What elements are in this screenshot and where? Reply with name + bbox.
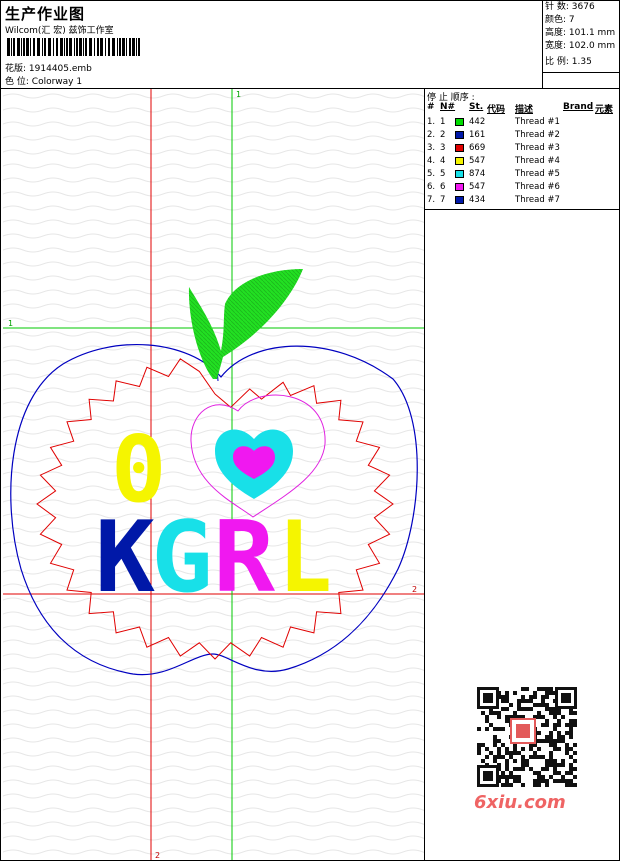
thread-description: Thread #1 [515,117,560,127]
thread-color-swatch [455,118,464,126]
thread-row[interactable]: 7. 7 434 Thread #7 [425,194,619,207]
thread-code: 442 [469,117,486,127]
colorway-name: Colorway 1 [31,77,83,87]
thread-color-swatch [455,196,464,204]
design-artwork: 1 1 2 2 0 K G R L [3,89,424,860]
stat-width: 宽度: 102.0 mm [545,41,616,51]
thread-description: Thread #6 [515,182,560,192]
sheet-title: 生产作业图 [5,5,86,23]
design-stats: 针 数: 3676 颜色: 7 高度: 101.1 mm 宽度: 102.0 m… [542,1,620,88]
sheet-header: 生产作业图 Wilcom(汇 宏) 兹饰工作室 花版: 1914405.emb … [1,1,620,89]
thread-description: Thread #2 [515,130,560,140]
production-sheet: 生产作业图 Wilcom(汇 宏) 兹饰工作室 花版: 1914405.emb … [0,0,620,861]
thread-color-swatch [455,131,464,139]
thread-color-swatch [455,157,464,165]
letter-r: R [213,501,275,615]
col-stop: St. [469,102,484,112]
axis-marker-right: 2 [412,585,417,594]
thread-number: 7 [440,195,446,205]
thread-index: 5. [427,169,436,179]
design-label: 花版: [5,64,27,74]
thread-row[interactable]: 4. 4 547 Thread #4 [425,155,619,168]
thread-color-swatch [455,170,464,178]
thread-color-swatch [455,144,464,152]
col-number: N# [440,102,456,112]
thread-index: 4. [427,156,436,166]
site-watermark: 6xiu.com [474,792,566,813]
design-preview-canvas[interactable]: 1 1 2 2 0 K G R L [3,89,425,860]
thread-description: Thread #4 [515,156,560,166]
design-file-name: 1914405.emb [28,64,92,74]
col-brand: Brand [563,102,594,112]
thread-code: 669 [469,143,486,153]
stats-divider [543,72,620,73]
axis-marker-bottom: 2 [155,851,160,860]
thread-code: 874 [469,169,486,179]
stat-colors: 颜色: 7 [545,15,575,25]
stat-stitches: 针 数: 3676 [545,2,595,12]
stat-scale: 比 例: 1.35 [545,57,592,67]
letter-l: L [278,501,332,615]
thread-row[interactable]: 6. 6 547 Thread #6 [425,181,619,194]
axis-marker-left: 1 [8,319,13,328]
thread-number: 4 [440,156,446,166]
thread-description: Thread #5 [515,169,560,179]
fabric-background [3,89,424,860]
axis-marker-top: 1 [236,90,241,99]
colorway-line: 色 位: Colorway 1 [5,74,82,87]
thread-code: 161 [469,130,486,140]
thread-code: 547 [469,182,486,192]
thread-description: Thread #7 [515,195,560,205]
thread-code: 434 [469,195,486,205]
thread-number: 2 [440,130,446,140]
thread-index: 2. [427,130,436,140]
thread-color-swatch [455,183,464,191]
thread-description: Thread #3 [515,143,560,153]
stat-height: 高度: 101.1 mm [545,28,616,38]
colorway-label: 色 位: [5,77,29,87]
thread-index: 7. [427,195,436,205]
thread-index: 1. [427,117,436,127]
thread-index: 3. [427,143,436,153]
col-element: 元素 [595,105,614,115]
barcode-image [7,38,140,56]
thread-index: 6. [427,182,436,192]
studio-name: Wilcom(汇 宏) 兹饰工作室 [5,26,114,36]
qr-code-image [471,681,583,793]
thread-number: 3 [440,143,446,153]
thread-code: 547 [469,156,486,166]
col-description: 描述 [515,105,534,115]
col-hash: # [427,102,435,112]
thread-row[interactable]: 1. 1 442 Thread #1 [425,116,619,129]
letter-k: K [95,501,155,615]
thread-number: 1 [440,117,446,127]
col-code: 代码 [487,105,506,115]
thread-row[interactable]: 2. 2 161 Thread #2 [425,129,619,142]
kgrl-letters: K G R L [95,501,332,615]
thread-number: 6 [440,182,446,192]
thread-number: 5 [440,169,446,179]
letter-g: G [151,501,213,615]
thread-row[interactable]: 5. 5 874 Thread #5 [425,168,619,181]
thread-row[interactable]: 3. 3 669 Thread #3 [425,142,619,155]
stop-sequence-legend: 停 止 顺序 : # N# St. 代码 描述 Brand 元素 1. 1 442 T… [425,89,619,210]
design-file-line: 花版: 1914405.emb [5,61,92,74]
